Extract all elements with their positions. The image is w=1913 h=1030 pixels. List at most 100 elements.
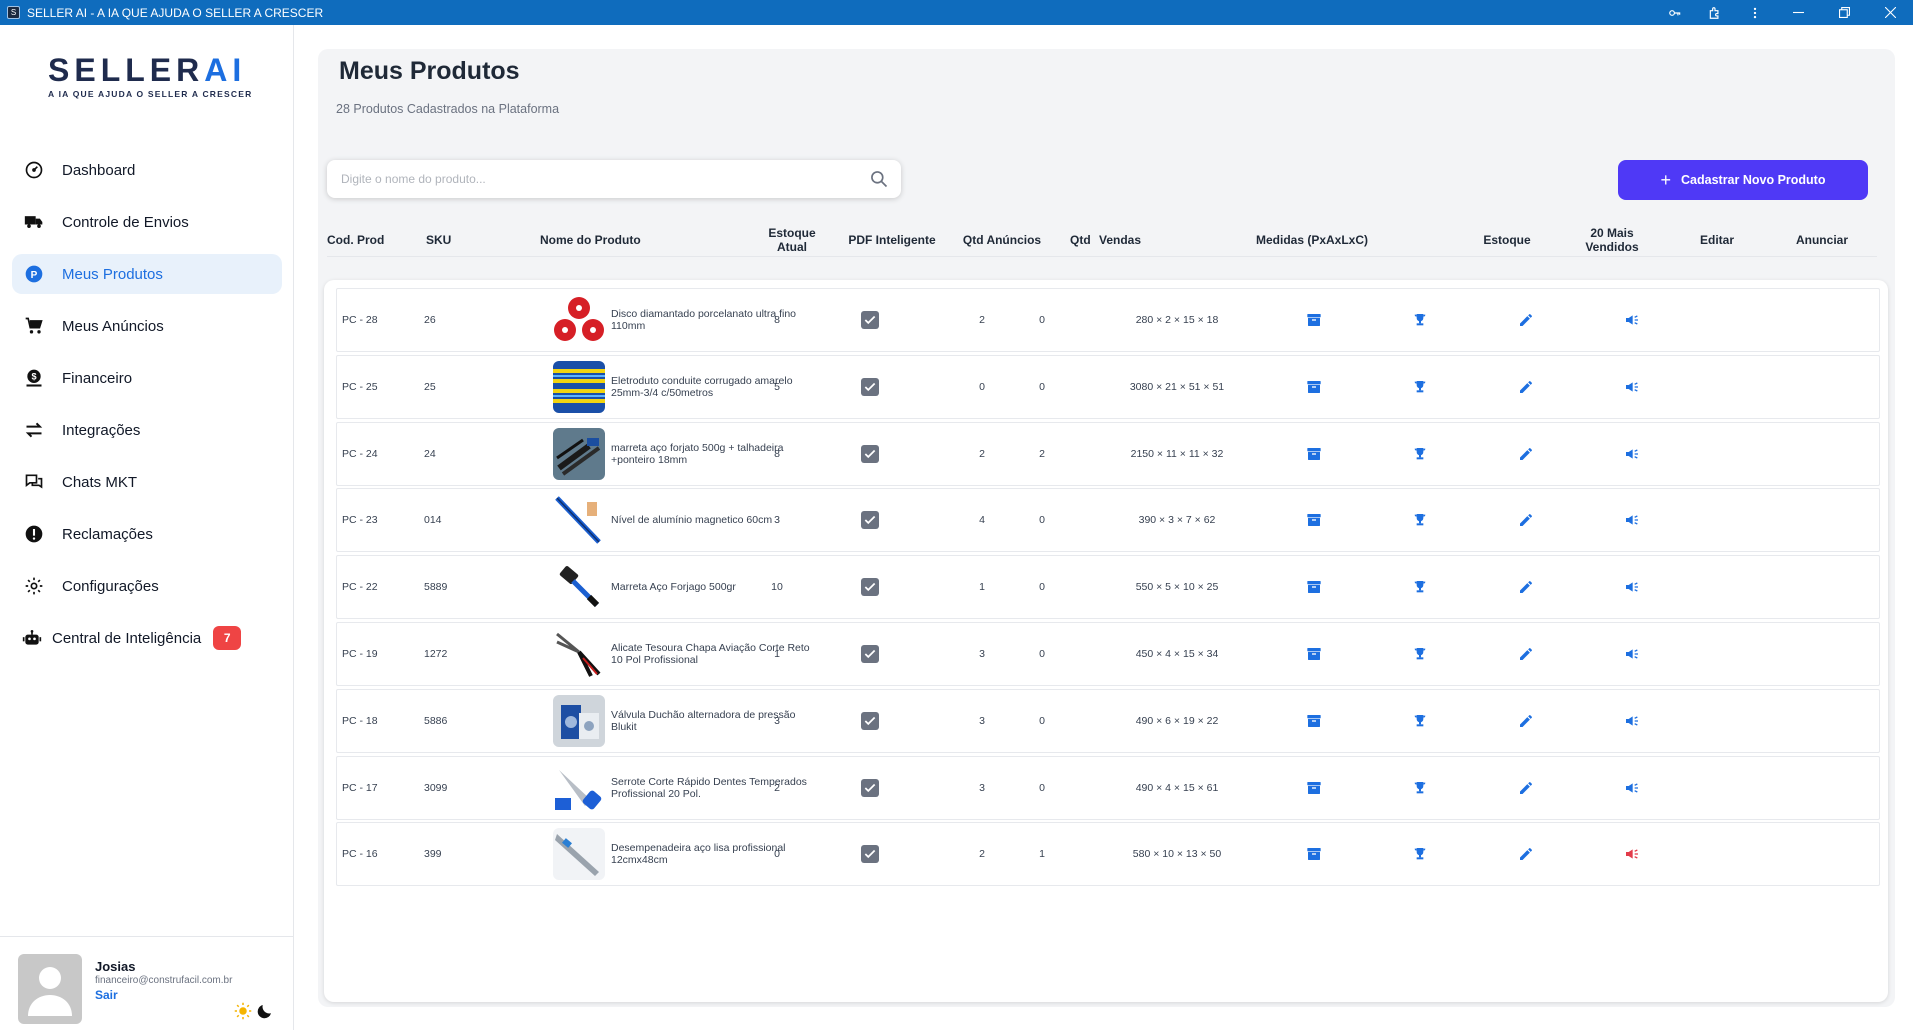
sidebar-item-chats-mkt[interactable]: Chats MKT	[12, 462, 282, 502]
minimize-icon[interactable]	[1775, 0, 1821, 25]
top-sellers-trophy-icon[interactable]	[1405, 757, 1435, 819]
edit-pencil-icon[interactable]	[1511, 690, 1541, 752]
edit-pencil-icon[interactable]	[1511, 356, 1541, 418]
brand-logo[interactable]: SELLERAI A IA QUE AJUDA O SELLER A CRESC…	[48, 53, 252, 99]
checkbox-checked-icon[interactable]	[861, 778, 879, 797]
sidebar-item-meus-anuncios[interactable]: Meus Anúncios	[12, 306, 282, 346]
stock-archive-icon[interactable]	[1299, 690, 1329, 752]
checkbox-checked-icon[interactable]	[861, 311, 879, 329]
col-announce[interactable]: Anunciar	[1792, 223, 1852, 257]
sidebar-item-configuracoes[interactable]: Configurações	[12, 566, 282, 606]
top-sellers-trophy-icon[interactable]	[1405, 289, 1435, 351]
col-ads[interactable]: Qtd Anúncios	[947, 223, 1057, 257]
edit-pencil-icon[interactable]	[1511, 289, 1541, 351]
sidebar-item-central-inteligencia[interactable]: Central de Inteligência 7	[12, 618, 282, 658]
pdf-checkbox[interactable]	[855, 489, 885, 551]
pdf-checkbox[interactable]	[855, 757, 885, 819]
edit-pencil-icon[interactable]	[1511, 489, 1541, 551]
stock-archive-icon[interactable]	[1299, 423, 1329, 485]
pdf-checkbox[interactable]	[855, 289, 885, 351]
add-product-button[interactable]: + Cadastrar Novo Produto	[1618, 160, 1868, 200]
stock-archive-icon[interactable]	[1299, 356, 1329, 418]
edit-pencil-icon[interactable]	[1511, 423, 1541, 485]
stock-archive-icon[interactable]	[1299, 489, 1329, 551]
col-name[interactable]: Nome do Produto	[540, 223, 740, 257]
table-row[interactable]: PC - 17 3099 Serrote Corte Rápido Dentes T…	[336, 755, 1880, 820]
table-row[interactable]: PC - 18 5886 Válvula Duchão alternadora de…	[336, 688, 1880, 753]
top-sellers-trophy-icon[interactable]	[1405, 823, 1435, 885]
sidebar-item-dashboard[interactable]: Dashboard	[12, 150, 282, 190]
announce-megaphone-icon[interactable]	[1617, 690, 1647, 752]
announce-megaphone-icon[interactable]	[1617, 623, 1647, 685]
table-row[interactable]: PC - 23 014 Nível de alumínio magnetico 60…	[336, 488, 1880, 553]
announce-megaphone-icon[interactable]	[1617, 356, 1647, 418]
edit-pencil-icon[interactable]	[1511, 823, 1541, 885]
top-sellers-trophy-icon[interactable]	[1405, 690, 1435, 752]
search-icon[interactable]	[869, 169, 889, 189]
top-sellers-trophy-icon[interactable]	[1405, 489, 1435, 551]
stock-archive-icon[interactable]	[1299, 823, 1329, 885]
table-row[interactable]: PC - 25 25 Eletroduto conduite corrugado a…	[336, 354, 1880, 419]
stock-archive-icon[interactable]	[1299, 757, 1329, 819]
table-row[interactable]: PC - 22 5889 Marreta Aço Forjago 500gr 10 1 0…	[336, 555, 1880, 620]
pdf-checkbox[interactable]	[855, 823, 885, 885]
search-box[interactable]	[327, 160, 901, 198]
avatar[interactable]	[18, 954, 82, 1024]
checkbox-checked-icon[interactable]	[861, 444, 879, 463]
checkbox-checked-icon[interactable]	[861, 578, 879, 597]
stock-archive-icon[interactable]	[1299, 556, 1329, 618]
checkbox-checked-icon[interactable]	[861, 845, 879, 864]
moon-icon[interactable]	[256, 1002, 274, 1025]
announce-megaphone-icon[interactable]	[1617, 289, 1647, 351]
checkbox-checked-icon[interactable]	[861, 711, 879, 730]
pdf-checkbox[interactable]	[855, 556, 885, 618]
col-sales[interactable]: Vendas	[1099, 223, 1159, 257]
announce-megaphone-icon[interactable]	[1617, 823, 1647, 885]
edit-pencil-icon[interactable]	[1511, 623, 1541, 685]
col-sku[interactable]: SKU	[426, 223, 486, 257]
key-icon[interactable]	[1655, 0, 1695, 25]
stock-archive-icon[interactable]	[1299, 289, 1329, 351]
checkbox-checked-icon[interactable]	[861, 377, 879, 396]
top-sellers-trophy-icon[interactable]	[1405, 356, 1435, 418]
col-top20[interactable]: 20 Mais Vendidos	[1572, 223, 1652, 257]
sidebar-item-meus-produtos[interactable]: P Meus Produtos	[12, 254, 282, 294]
sidebar-item-integracoes[interactable]: Integrações	[12, 410, 282, 450]
col-edit[interactable]: Editar	[1692, 223, 1742, 257]
pdf-checkbox[interactable]	[855, 356, 885, 418]
col-measures[interactable]: Medidas (PxAxLxC)	[1242, 223, 1382, 257]
top-sellers-trophy-icon[interactable]	[1405, 423, 1435, 485]
announce-megaphone-icon[interactable]	[1617, 556, 1647, 618]
more-vert-icon[interactable]	[1735, 0, 1775, 25]
sidebar-item-reclamacoes[interactable]: Reclamações	[12, 514, 282, 554]
sidebar-item-controle-envios[interactable]: Controle de Envios	[12, 202, 282, 242]
checkbox-checked-icon[interactable]	[861, 645, 879, 663]
sidebar-item-financeiro[interactable]: $ Financeiro	[12, 358, 282, 398]
search-input[interactable]	[341, 160, 851, 198]
extension-icon[interactable]	[1695, 0, 1735, 25]
edit-pencil-icon[interactable]	[1511, 757, 1541, 819]
col-qtd[interactable]: Qtd	[1070, 223, 1094, 257]
top-sellers-trophy-icon[interactable]	[1405, 623, 1435, 685]
edit-pencil-icon[interactable]	[1511, 556, 1541, 618]
top-sellers-trophy-icon[interactable]	[1405, 556, 1435, 618]
pdf-checkbox[interactable]	[855, 423, 885, 485]
col-cod[interactable]: Cod. Prod	[327, 223, 407, 257]
announce-megaphone-icon[interactable]	[1617, 757, 1647, 819]
pdf-checkbox[interactable]	[855, 690, 885, 752]
theme-toggle[interactable]	[234, 1002, 274, 1025]
table-row[interactable]: PC - 19 1272 Alicate Tesoura Chapa Aviação…	[336, 622, 1880, 686]
pdf-checkbox[interactable]	[855, 623, 885, 685]
col-estoque[interactable]: Estoque	[1467, 223, 1547, 257]
table-row[interactable]: PC - 24 24 marreta aço forjato 500g + talh…	[336, 421, 1880, 486]
announce-megaphone-icon[interactable]	[1617, 423, 1647, 485]
checkbox-checked-icon[interactable]	[861, 511, 879, 530]
announce-megaphone-icon[interactable]	[1617, 489, 1647, 551]
sun-icon[interactable]	[234, 1002, 252, 1025]
close-icon[interactable]	[1867, 0, 1913, 25]
table-row[interactable]: PC - 16 399 Desempenadeira aço lisa profis…	[336, 822, 1880, 887]
col-stock[interactable]: Estoque Atual	[757, 223, 827, 257]
restore-icon[interactable]	[1821, 0, 1867, 25]
stock-archive-icon[interactable]	[1299, 623, 1329, 685]
col-pdf[interactable]: PDF Inteligente	[837, 223, 947, 257]
